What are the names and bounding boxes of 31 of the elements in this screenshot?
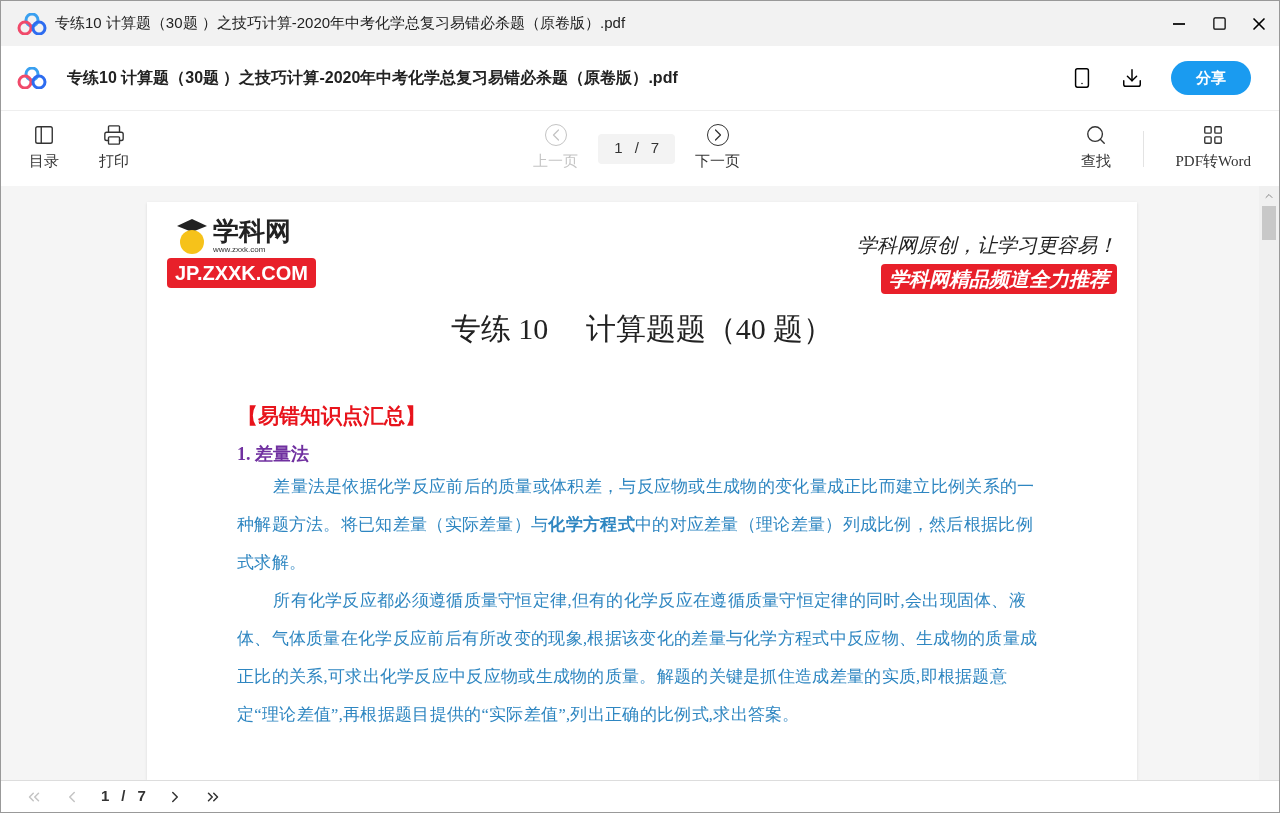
mascot-icon xyxy=(175,218,209,256)
toolbar-button[interactable]: 目录 xyxy=(21,120,67,177)
grid-icon xyxy=(1202,124,1225,147)
section-heading: 【易错知识点汇总】 xyxy=(237,403,427,430)
app-logo-icon xyxy=(17,12,47,35)
window-title: 专练10 计算题（30题 ）之技巧计算-2020年中考化学总复习易错必杀题（原卷版）.pdf xyxy=(55,13,626,34)
body-paragraph: 差量法是依据化学反应前后的质量或体积差，与反应物或生成物的变化量成正比而建立比例关系的一种解题方法。将已知差量（实际差量）与化学方程式中的对应差量（理论差量）列成比例，然后根据比例式求解。 xyxy=(237,475,1036,574)
minimize-icon xyxy=(1173,22,1185,25)
logo-badge: JP.ZXXK.COM xyxy=(167,258,316,288)
page-number-field[interactable]: 1 / 7 xyxy=(598,133,676,164)
maximize-icon xyxy=(1211,16,1227,31)
logo-text: 学科网 xyxy=(213,218,291,244)
scrollbar[interactable] xyxy=(1259,186,1279,780)
logo-url: www.zxxk.com xyxy=(213,244,267,256)
slogan-text: 学科网原创，让学习更容易！ xyxy=(857,233,1117,258)
toolbar-button[interactable]: 查找 xyxy=(1072,120,1119,177)
search-icon xyxy=(1084,124,1107,147)
scrollbar-thumb[interactable] xyxy=(1262,206,1276,240)
download-icon[interactable] xyxy=(1121,67,1143,89)
sidebar-icon xyxy=(33,124,55,147)
printer-icon xyxy=(103,124,125,147)
toolbar-button[interactable]: 打印 xyxy=(91,120,137,177)
toolbar-button[interactable]: PDF转Word xyxy=(1167,120,1259,177)
document-title: 专练10 计算题（30题 ）之技巧计算-2020年中考化学总复习易错必杀题（原卷版）.pdf xyxy=(67,68,678,88)
recommend-banner: 学科网精品频道全力推荐 xyxy=(881,264,1117,294)
body-paragraph: 所有化学反应都必须遵循质量守恒定律,但有的化学反应在遵循质量守恒定律的同时,会出现固体、液体、气体质量在化学反应前后有所改变的现象,根据该变化的差量与化学方程式中反应物、生成物的质量成正比的关系,可求出化学反应中反应物或生成物的质量。解题的关键是抓住造成差量的实质,即根据题意定“理论差值”,再根据题目提供的“实际差值”,列出正确的比例式,求出答案。 xyxy=(237,589,1039,726)
app-logo-icon xyxy=(17,67,47,89)
next-page-button[interactable]: 下一页 xyxy=(695,124,741,173)
page-heading: 专练 10 计算题题（40 题） xyxy=(449,311,835,347)
page-indicator: 1 / 7 xyxy=(101,786,146,807)
subsection-heading: 1. 差量法 xyxy=(237,442,310,466)
